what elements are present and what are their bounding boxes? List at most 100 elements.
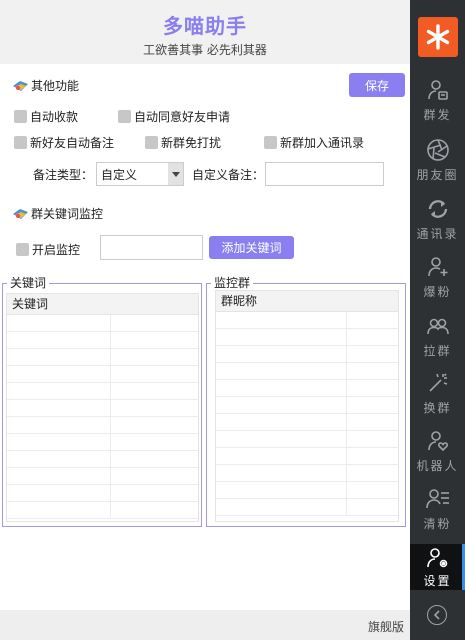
new-group-mute-checkbox[interactable]: 新群免打扰: [145, 134, 221, 151]
magic-wand-icon: [428, 373, 447, 392]
column-divider: [346, 329, 347, 345]
table-row[interactable]: [216, 329, 398, 346]
keywords-grid[interactable]: 关键词: [6, 293, 199, 522]
dropdown-arrow-icon[interactable]: [168, 163, 183, 185]
nav-label: 清粉: [423, 517, 452, 531]
table-row[interactable]: [216, 397, 398, 414]
custom-remark-input[interactable]: [265, 162, 384, 186]
table-row[interactable]: [216, 465, 398, 482]
column-divider: [346, 363, 347, 379]
nav-label: 设置: [423, 574, 452, 588]
keywords-groupbox: 关键词 关键词: [2, 276, 202, 527]
table-row[interactable]: [7, 349, 198, 366]
checkbox-box[interactable]: [14, 136, 27, 149]
save-button[interactable]: 保存: [349, 73, 405, 97]
nav-item-robot[interactable]: 机器人: [410, 429, 465, 487]
remark-type-value: 自定义: [101, 167, 138, 182]
monitor-groups-legend: 监控群: [211, 276, 254, 290]
nav-label: 群发: [423, 108, 452, 122]
column-divider: [110, 349, 111, 365]
user-heart-icon: [427, 431, 448, 452]
checkbox-box[interactable]: [14, 110, 27, 123]
checkbox-box[interactable]: [118, 110, 131, 123]
nav-item-contacts[interactable]: 通讯录: [410, 197, 465, 255]
table-row[interactable]: [7, 434, 198, 451]
keyword-monitor-header: 群关键词监控: [12, 205, 103, 222]
table-row[interactable]: [216, 499, 398, 516]
column-divider: [346, 380, 347, 396]
table-row[interactable]: [7, 332, 198, 349]
nav-item-clean-fans[interactable]: 清粉: [410, 487, 465, 545]
auto-accept-friend-label: 自动同意好友申请: [134, 110, 231, 124]
add-keyword-button[interactable]: 添加关键词: [209, 236, 294, 259]
table-row[interactable]: [7, 417, 198, 434]
table-row[interactable]: [7, 485, 198, 502]
checkbox-box[interactable]: [145, 136, 158, 149]
keywords-legend: 关键词: [7, 276, 50, 290]
remark-type-select[interactable]: 自定义: [96, 162, 184, 186]
new-group-mute-label: 新群免打扰: [161, 136, 222, 150]
auto-receive-label: 自动收款: [30, 110, 79, 124]
table-row[interactable]: [7, 366, 198, 383]
nav-item-broadcast[interactable]: 群发: [410, 78, 465, 136]
group-icon: [426, 318, 449, 335]
enable-monitor-label: 开启监控: [32, 243, 81, 257]
keywords-column-header[interactable]: 关键词: [7, 294, 198, 315]
monitor-groups-grid[interactable]: 群昵称: [215, 290, 399, 522]
table-row[interactable]: [7, 468, 198, 485]
status-bar: 旗舰版: [0, 610, 410, 640]
nav-item-boost-fans[interactable]: 爆粉: [410, 255, 465, 313]
column-divider: [110, 400, 111, 416]
table-row[interactable]: [7, 451, 198, 468]
column-divider: [110, 366, 111, 382]
table-row[interactable]: [216, 380, 398, 397]
collapse-sidebar-button[interactable]: [427, 605, 447, 625]
broadcast-person-icon: [427, 80, 448, 100]
table-row[interactable]: [216, 312, 398, 329]
other-functions-header: 其他功能: [12, 77, 79, 94]
column-divider: [110, 315, 111, 331]
table-row[interactable]: [216, 363, 398, 380]
enable-monitor-checkbox[interactable]: 开启监控: [16, 241, 80, 258]
auto-receive-checkbox[interactable]: 自动收款: [14, 108, 78, 125]
checkbox-box[interactable]: [264, 136, 277, 149]
nav-item-pull-group[interactable]: 拉群: [410, 314, 465, 372]
nav-item-switch-group[interactable]: 换群: [410, 371, 465, 429]
table-row[interactable]: [216, 346, 398, 363]
table-row[interactable]: [7, 502, 198, 519]
table-row[interactable]: [7, 400, 198, 417]
main-panel: 多喵助手 工欲善其事 必先利其器 其他功能 保存 自动收款 自动同意好友申请 新…: [0, 0, 410, 640]
monitor-groups-column-header[interactable]: 群昵称: [216, 291, 398, 312]
nav-item-settings[interactable]: 设置: [410, 544, 465, 590]
keyword-input[interactable]: [100, 235, 203, 260]
sidebar: 群发 朋友圈 通讯录 爆粉 拉群 换群 机器人 清粉 设置: [410, 0, 465, 640]
new-group-add-contacts-checkbox[interactable]: 新群加入通讯录: [264, 134, 364, 151]
nav-label: 朋友圈: [416, 168, 459, 182]
chevron-left-icon: [433, 610, 440, 620]
table-row[interactable]: [216, 414, 398, 431]
column-divider: [346, 431, 347, 447]
column-divider: [110, 468, 111, 484]
auto-accept-friend-checkbox[interactable]: 自动同意好友申请: [118, 108, 230, 125]
table-row[interactable]: [216, 482, 398, 499]
table-row[interactable]: [216, 431, 398, 448]
checkbox-box[interactable]: [16, 243, 29, 256]
user-gear-icon: [426, 548, 447, 568]
app-title: 多喵助手: [163, 14, 247, 38]
add-user-icon: [427, 257, 447, 277]
nav-item-moments[interactable]: 朋友圈: [410, 138, 465, 196]
app-slogan: 工欲善其事 必先利其器: [143, 43, 267, 57]
edition-label: 旗舰版: [367, 620, 404, 634]
column-divider: [346, 465, 347, 481]
table-row[interactable]: [7, 383, 198, 400]
nav-label: 机器人: [416, 459, 459, 473]
keyword-monitor-title: 群关键词监控: [31, 207, 104, 221]
column-divider: [346, 448, 347, 464]
column-divider: [110, 502, 111, 518]
user-list-icon: [425, 489, 449, 509]
column-divider: [110, 417, 111, 433]
table-row[interactable]: [7, 315, 198, 332]
table-row[interactable]: [216, 448, 398, 465]
column-divider: [346, 482, 347, 498]
new-friend-auto-remark-checkbox[interactable]: 新好友自动备注: [14, 134, 114, 151]
